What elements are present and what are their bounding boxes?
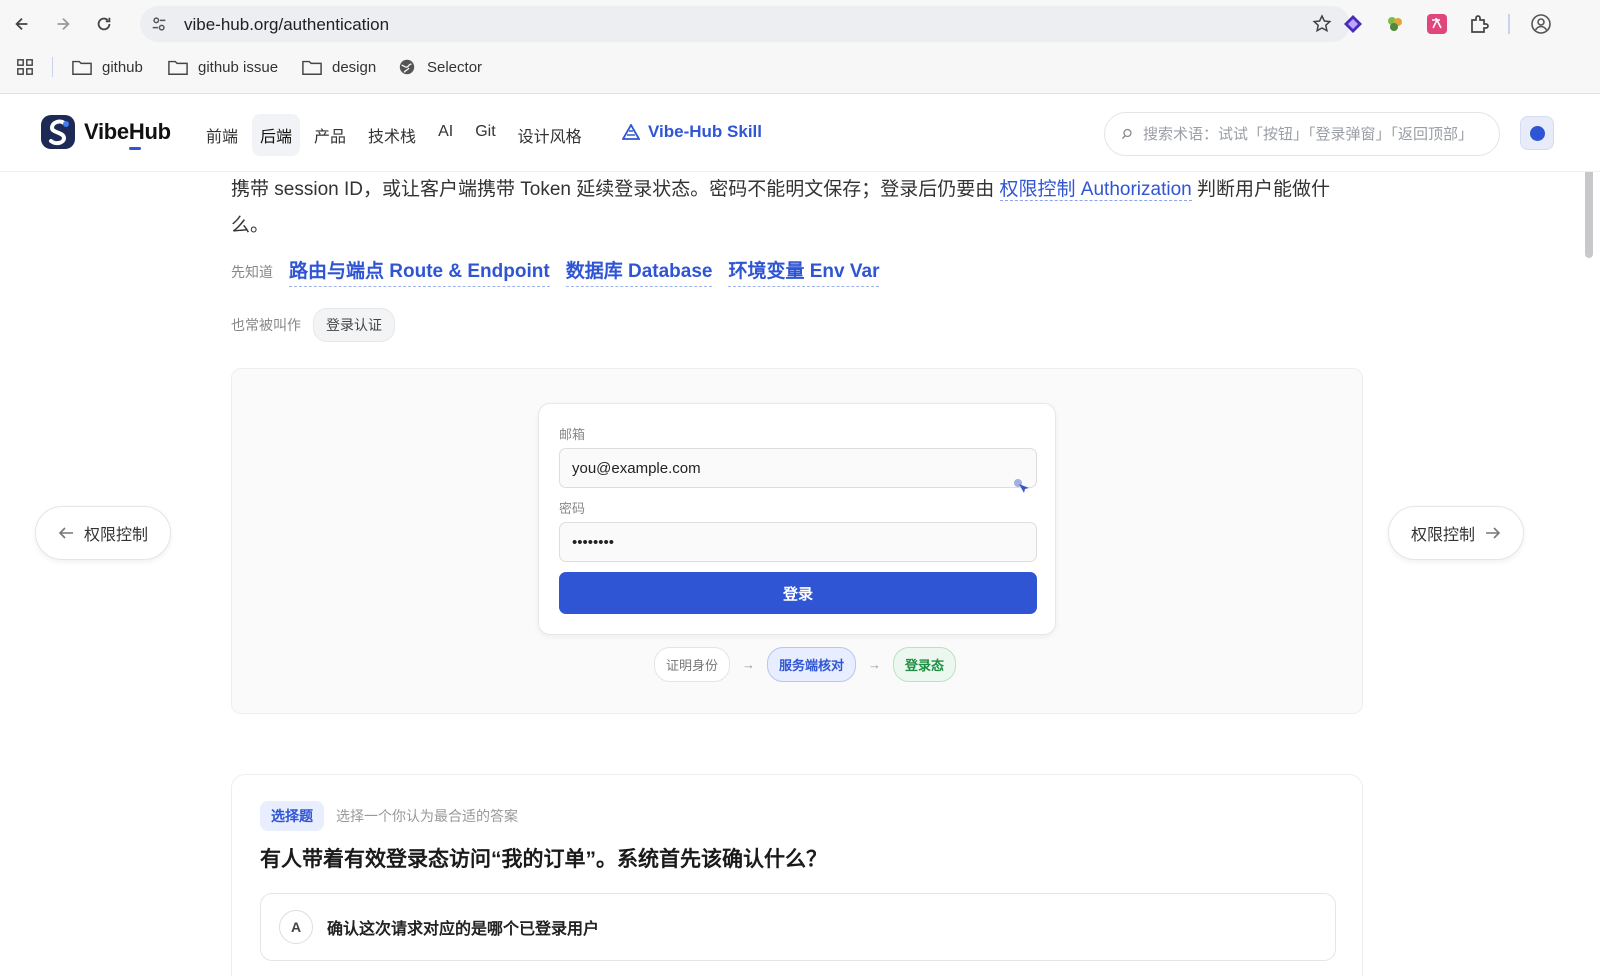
search-input[interactable] bbox=[1143, 125, 1493, 143]
theme-dot-icon bbox=[1529, 125, 1545, 141]
extension-clover-icon[interactable] bbox=[1384, 13, 1406, 35]
quiz-option-a[interactable]: A 确认这次请求对应的是哪个已登录用户 bbox=[260, 893, 1336, 961]
bookmark-label: Selector bbox=[427, 58, 483, 76]
page-scrollbar[interactable] bbox=[1584, 172, 1596, 976]
folder-icon bbox=[168, 60, 188, 75]
bookmark-selector[interactable]: Selector bbox=[397, 58, 482, 76]
quiz-question: 有人带着有效登录态访问“我的订单”。系统首先该确认什么？ bbox=[260, 848, 827, 871]
article-paragraph: 携带 session ID，或让客户端携带 Token 延续登录状态。密码不能明… bbox=[231, 172, 1361, 244]
browser-chrome: vibe-hub.org/authentication github githu… bbox=[0, 0, 1600, 94]
extension-icon[interactable] bbox=[1468, 13, 1490, 35]
bookmark-star-icon[interactable] bbox=[1312, 14, 1332, 34]
flow-step-prove-identity: 证明身份 bbox=[654, 647, 731, 682]
option-text: 确认这次请求对应的是哪个已登录用户 bbox=[327, 921, 600, 938]
extension-translate-icon[interactable] bbox=[1426, 13, 1448, 35]
password-label: 密码 bbox=[559, 501, 586, 516]
cursor-pointer-icon bbox=[1014, 479, 1029, 493]
login-button[interactable]: 登录 bbox=[559, 572, 1037, 614]
prev-page-label: 权限控制 bbox=[84, 527, 149, 544]
toolbar-divider bbox=[1508, 14, 1510, 34]
nav-design-style[interactable]: 设计风格 bbox=[510, 114, 590, 156]
address-bar[interactable]: vibe-hub.org/authentication bbox=[140, 6, 1350, 42]
also-known-as: 也常被叫作 登录认证 bbox=[231, 308, 395, 342]
login-form-card: 邮箱 密码 登录 bbox=[538, 403, 1056, 635]
aka-chip: 登录认证 bbox=[313, 308, 395, 342]
profile-icon[interactable] bbox=[1530, 13, 1552, 35]
nav-frontend[interactable]: 前端 bbox=[198, 114, 246, 156]
login-demo-panel: 邮箱 密码 登录 证明身份 → 服务端核对 → 登录态 bbox=[231, 368, 1363, 714]
apps-grid-icon[interactable] bbox=[15, 58, 35, 76]
email-field[interactable] bbox=[559, 448, 1037, 488]
bookmarks-divider bbox=[52, 57, 53, 77]
nav-backend[interactable]: 后端 bbox=[252, 114, 301, 156]
nav-git[interactable]: Git bbox=[467, 114, 503, 156]
site-settings-icon[interactable] bbox=[150, 15, 168, 33]
prerequisites: 先知道 路由与端点 Route & Endpoint 数据库 Database … bbox=[231, 256, 880, 287]
nav-product[interactable]: 产品 bbox=[306, 114, 354, 156]
search-icon bbox=[1122, 128, 1132, 139]
main-nav: 前端 后端 产品 技术栈 AI Git 设计风格 bbox=[198, 114, 590, 156]
prereq-link-route[interactable]: 路由与端点 Route & Endpoint bbox=[289, 256, 550, 287]
auth-flow: 证明身份 → 服务端核对 → 登录态 bbox=[654, 647, 957, 682]
option-key: A bbox=[279, 910, 313, 944]
bookmark-label: github issue bbox=[198, 58, 279, 76]
bookmarks-bar: github github issue design Selector bbox=[0, 48, 1600, 88]
nav-tech-stack[interactable]: 技术栈 bbox=[360, 114, 424, 156]
next-page-label: 权限控制 bbox=[1411, 527, 1476, 544]
flow-step-server-verify: 服务端核对 bbox=[767, 647, 857, 682]
browser-toolbar: vibe-hub.org/authentication bbox=[0, 0, 1600, 48]
email-label: 邮箱 bbox=[559, 427, 586, 442]
bookmark-design[interactable]: design bbox=[302, 58, 376, 76]
arrow-right-icon bbox=[1486, 527, 1501, 539]
prereq-link-env-var[interactable]: 环境变量 Env Var bbox=[728, 256, 880, 287]
arrow-right-icon: → bbox=[868, 657, 882, 672]
back-icon[interactable] bbox=[9, 11, 35, 37]
brand-name: VibeHub bbox=[84, 119, 171, 144]
forward-icon[interactable] bbox=[50, 11, 76, 37]
quiz-header: 选择题 选择一个你认为最合适的答案 bbox=[260, 801, 518, 831]
paragraph-text: 携带 session ID，或让客户端携带 Token 延续登录状态。密码不能明… bbox=[231, 179, 1000, 200]
term-search[interactable] bbox=[1104, 112, 1500, 156]
folder-icon bbox=[302, 60, 322, 75]
extension-diamond-icon[interactable] bbox=[1342, 13, 1364, 35]
nav-ai[interactable]: AI bbox=[430, 114, 461, 156]
skill-label: Vibe-Hub Skill bbox=[648, 122, 762, 141]
vibehub-logo-icon bbox=[41, 115, 75, 149]
password-field[interactable] bbox=[559, 522, 1037, 562]
arrow-right-icon: → bbox=[742, 657, 756, 672]
brand-underline bbox=[129, 147, 141, 150]
article-content: 携带 session ID，或让客户端携带 Token 延续登录状态。密码不能明… bbox=[0, 172, 1584, 976]
prereq-label: 先知道 bbox=[231, 263, 273, 280]
prereq-link-database[interactable]: 数据库 Database bbox=[565, 256, 713, 287]
bookmark-github-issue[interactable]: github issue bbox=[168, 58, 278, 76]
url-text[interactable]: vibe-hub.org/authentication bbox=[184, 15, 389, 35]
authorization-link[interactable]: 权限控制 Authorization bbox=[999, 179, 1192, 201]
site-header: VibeHub 前端 后端 产品 技术栈 AI Git 设计风格 Vibe-Hu… bbox=[0, 94, 1600, 172]
folder-icon bbox=[72, 60, 92, 75]
flow-step-logged-in: 登录态 bbox=[893, 647, 957, 682]
bookmark-github[interactable]: github bbox=[72, 58, 143, 76]
bookmark-label: design bbox=[332, 58, 377, 76]
theme-toggle-button[interactable] bbox=[1520, 116, 1554, 150]
quiz-type-badge: 选择题 bbox=[260, 801, 324, 831]
arrow-left-icon bbox=[58, 527, 73, 539]
globe-icon bbox=[399, 59, 415, 75]
aka-label: 也常被叫作 bbox=[231, 317, 301, 333]
site-logo[interactable]: VibeHub bbox=[40, 114, 171, 150]
bookmark-label: github bbox=[102, 58, 143, 76]
next-page-button[interactable]: 权限控制 bbox=[1388, 506, 1525, 560]
quiz-hint: 选择一个你认为最合适的答案 bbox=[336, 808, 518, 824]
triangle-icon bbox=[622, 124, 640, 140]
prev-page-button[interactable]: 权限控制 bbox=[35, 506, 172, 560]
quiz-card: 选择题 选择一个你认为最合适的答案 有人带着有效登录态访问“我的订单”。系统首先… bbox=[231, 774, 1363, 976]
reload-icon[interactable] bbox=[91, 11, 117, 37]
vibe-hub-skill-link[interactable]: Vibe-Hub Skill bbox=[622, 122, 762, 142]
